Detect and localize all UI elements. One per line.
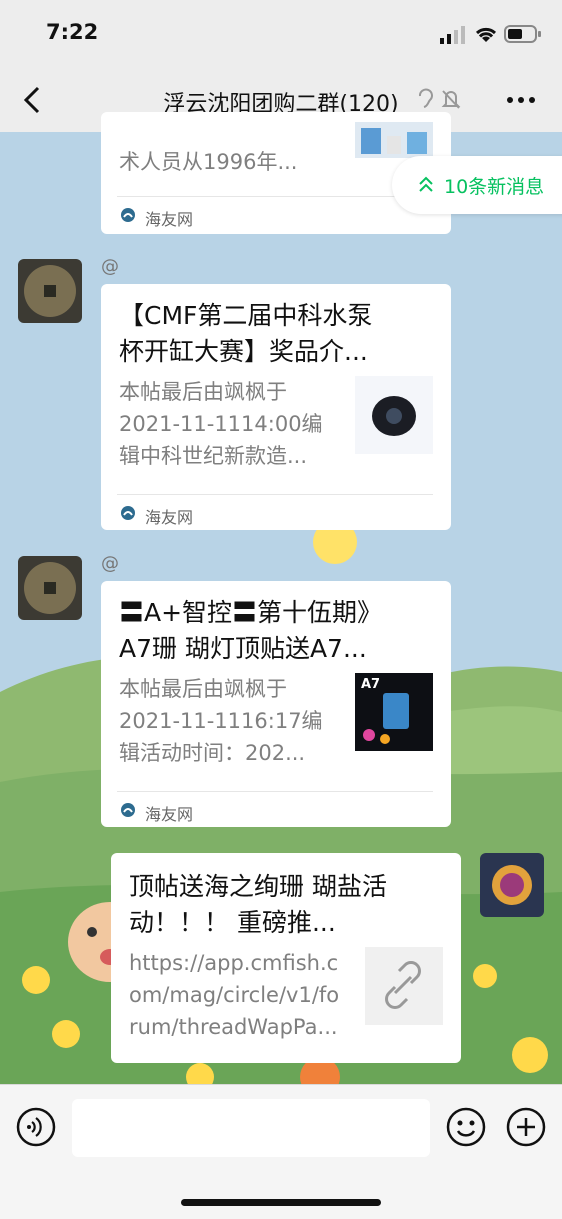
new-messages-pill[interactable]: 10条新消息 xyxy=(392,156,562,214)
card-title-line: 【CMF第二届中科水泵 xyxy=(119,301,373,330)
input-bar xyxy=(0,1084,562,1219)
card-title-line: 动！！！ 重磅推... xyxy=(129,908,336,937)
voice-icon[interactable] xyxy=(16,1107,56,1147)
mention-label: @ xyxy=(101,553,119,574)
source-logo-icon xyxy=(121,208,135,222)
wifi-icon xyxy=(475,27,497,42)
link-card[interactable]: 【CMF第二届中科水泵 杯开缸大赛】奖品介... 本帖最后由飒枫于 2021-1… xyxy=(101,284,451,530)
source-logo-icon xyxy=(121,803,135,817)
card-description-line: 辑中科世纪新款造... xyxy=(119,444,308,468)
link-card[interactable]: 顶帖送海之绚珊 瑚盐活 动！！！ 重磅推... https://app.cmfi… xyxy=(111,853,461,1063)
double-chevron-up-icon xyxy=(419,176,433,192)
status-bar: 7:22 xyxy=(0,0,562,66)
home-indicator[interactable] xyxy=(181,1199,381,1206)
card-description-line: 本帖最后由飒枫于 xyxy=(119,677,287,701)
battery-icon xyxy=(504,25,541,43)
card-description-line: 2021-11-1116:17编 xyxy=(119,709,323,733)
emoji-icon[interactable] xyxy=(446,1107,486,1147)
status-time: 7:22 xyxy=(46,20,99,44)
plus-icon[interactable] xyxy=(506,1107,546,1147)
card-title-line: 顶帖送海之绚珊 瑚盐活 xyxy=(129,872,387,901)
card-url-line: rum/threadWapPa... xyxy=(129,1015,338,1039)
mention-label: @ xyxy=(101,256,119,277)
sender-avatar[interactable] xyxy=(18,259,82,323)
mute-bell-icon xyxy=(441,90,461,109)
card-description-line: 辑活动时间：202... xyxy=(119,741,306,765)
link-card[interactable]: 〓A+智控〓第十伍期》 A7珊 瑚灯顶贴送A7... 本帖最后由飒枫于 2021… xyxy=(101,581,451,827)
thumbnail-label: A7 xyxy=(361,677,381,692)
card-thumbnail xyxy=(355,376,433,454)
card-source: 海友网 xyxy=(145,805,194,824)
card-description-line: 2021-11-1114:00编 xyxy=(119,412,323,436)
card-title-line: A7珊 瑚灯顶贴送A7... xyxy=(119,634,367,663)
card-thumbnail: A7 xyxy=(355,673,433,751)
cellular-signal-icon xyxy=(440,26,465,44)
card-title-line: 〓A+智控〓第十伍期》 xyxy=(119,598,383,627)
card-url-line: om/mag/circle/v1/fo xyxy=(129,983,340,1007)
message-input[interactable] xyxy=(72,1099,430,1157)
self-avatar[interactable] xyxy=(480,853,544,917)
card-source: 海友网 xyxy=(145,508,194,527)
link-thumbnail xyxy=(365,947,443,1025)
card-description-line: 本帖最后由飒枫于 xyxy=(119,380,287,404)
card-url-line: https://app.cmfish.c xyxy=(129,951,339,975)
card-thumbnail xyxy=(355,122,433,158)
more-options-icon[interactable] xyxy=(506,96,536,104)
card-title-line: 杯开缸大赛】奖品介... xyxy=(119,337,368,366)
ear-icon xyxy=(419,88,433,108)
card-source: 海友网 xyxy=(145,210,194,229)
link-icon xyxy=(385,961,421,1009)
card-description: 术人员从1996年... xyxy=(119,150,298,174)
sender-avatar[interactable] xyxy=(18,556,82,620)
new-messages-label: 10条新消息 xyxy=(444,176,545,198)
source-logo-icon xyxy=(121,506,135,520)
